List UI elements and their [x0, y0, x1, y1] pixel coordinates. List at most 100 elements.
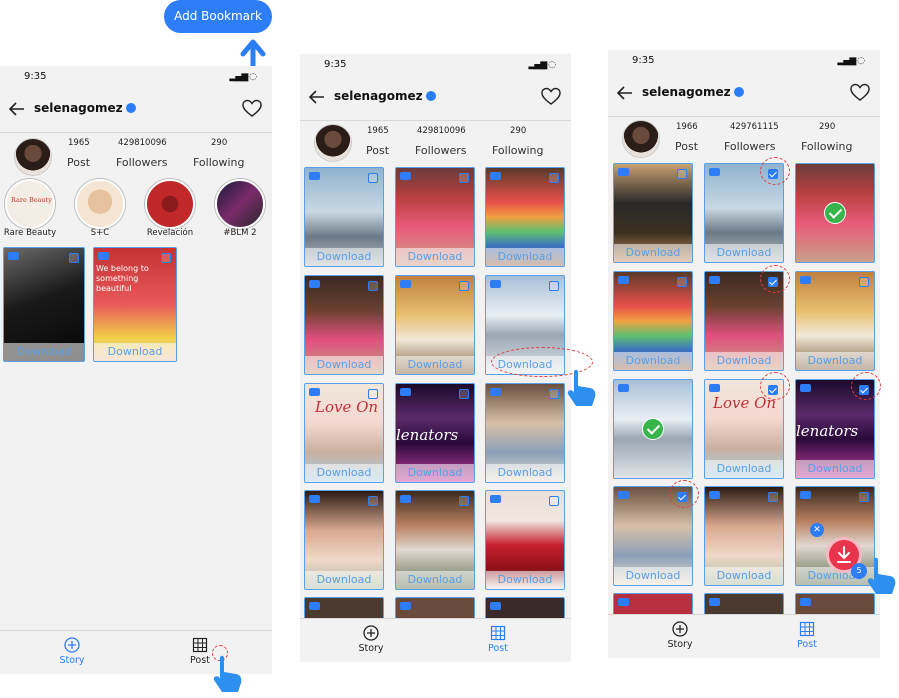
tab-story[interactable]: Story [341, 625, 401, 654]
tile-caption: Love On [315, 398, 379, 416]
post-tile[interactable]: lenators Download [395, 383, 475, 483]
post-tile[interactable]: Download [395, 275, 475, 375]
download-button[interactable]: Download [486, 464, 564, 482]
checkbox-icon[interactable] [768, 492, 778, 502]
post-tile[interactable]: Download [485, 167, 565, 267]
tab-story[interactable]: Story [42, 637, 102, 666]
checkbox-icon[interactable] [677, 169, 687, 179]
download-button[interactable]: Download [305, 356, 383, 374]
close-icon[interactable]: ✕ [810, 523, 824, 537]
story-revelacion[interactable] [145, 179, 195, 229]
post-tile[interactable]: Download [795, 271, 875, 371]
download-button[interactable]: Download [705, 244, 783, 262]
post-tile[interactable] [795, 163, 875, 263]
checkbox-icon[interactable] [161, 253, 171, 263]
divider [300, 120, 571, 121]
video-badge-icon [709, 491, 720, 499]
video-badge-icon [309, 602, 320, 610]
video-badge-icon [800, 384, 811, 392]
download-button[interactable]: Download [4, 343, 84, 361]
checkbox-icon[interactable] [368, 281, 378, 291]
download-button[interactable]: Download [705, 567, 783, 585]
selection-indicator [760, 372, 790, 400]
checkbox-icon[interactable] [368, 496, 378, 506]
checkbox-icon[interactable] [859, 492, 869, 502]
download-button[interactable]: Download [705, 352, 783, 370]
video-badge-icon [709, 276, 720, 284]
download-button[interactable]: Download [486, 248, 564, 266]
tab-story[interactable]: Story [650, 621, 710, 650]
download-button[interactable]: Download [396, 248, 474, 266]
profile-header: selenagomez [608, 74, 880, 114]
download-button[interactable]: Download [305, 464, 383, 482]
back-arrow-icon[interactable] [616, 84, 634, 102]
following-count: 290 [211, 138, 228, 148]
story-tile[interactable]: Download [3, 247, 85, 362]
download-button[interactable]: Download [396, 356, 474, 374]
tab-post[interactable]: Post [468, 625, 528, 654]
download-button[interactable]: Download [614, 567, 692, 585]
download-button[interactable]: Download [305, 571, 383, 589]
checkbox-icon[interactable] [549, 389, 559, 399]
check-circle-icon [824, 202, 846, 224]
video-badge-icon [618, 598, 629, 606]
followers-label: Followers [415, 144, 467, 157]
heart-icon[interactable] [242, 99, 262, 119]
post-tile[interactable]: Download [395, 167, 475, 267]
post-tile[interactable]: Download [613, 271, 693, 371]
checkbox-icon[interactable] [677, 277, 687, 287]
checkbox-icon[interactable] [459, 173, 469, 183]
followers-label: Followers [724, 140, 776, 153]
post-tile[interactable] [613, 379, 693, 479]
checkbox-icon[interactable] [459, 281, 469, 291]
checkbox-icon[interactable] [549, 173, 559, 183]
download-button[interactable]: Download [705, 460, 783, 478]
download-button[interactable]: Download [486, 571, 564, 589]
post-tile[interactable]: Love On Download [304, 383, 384, 483]
story-rare-beauty[interactable]: Rare Beauty [5, 179, 55, 229]
following-label: Following [193, 156, 245, 169]
heart-icon[interactable] [850, 83, 870, 103]
tab-post[interactable]: Post [777, 621, 837, 650]
checkbox-icon[interactable] [549, 496, 559, 506]
checkbox-icon[interactable] [69, 253, 79, 263]
tab-label: Story [667, 639, 693, 650]
story-label: #BLM 2 [223, 228, 257, 238]
story-label: Revelación [146, 228, 194, 238]
post-tile[interactable]: Download [704, 486, 784, 586]
download-button[interactable]: Download [796, 460, 874, 478]
story-s-c[interactable] [75, 179, 125, 229]
story-tile[interactable]: We belong to something beautiful Downloa… [93, 247, 177, 362]
video-badge-icon [618, 384, 629, 392]
download-button[interactable]: Download [396, 571, 474, 589]
checkbox-icon[interactable] [459, 389, 469, 399]
selection-indicator [851, 372, 881, 400]
checkbox-icon[interactable] [859, 277, 869, 287]
signal-icon: ▂▄▆ ◌ [229, 72, 258, 82]
post-tile[interactable]: Download [304, 490, 384, 590]
checkbox-icon[interactable] [549, 281, 559, 291]
back-arrow-icon[interactable] [8, 100, 26, 118]
download-button[interactable]: Download [94, 343, 176, 361]
post-tile[interactable]: Download [395, 490, 475, 590]
post-tile[interactable]: Download [485, 490, 565, 590]
checkbox-icon[interactable] [459, 496, 469, 506]
avatar [622, 120, 660, 158]
post-tile[interactable]: Download [613, 163, 693, 263]
followers-label: Followers [116, 156, 168, 169]
tab-label: Post [488, 643, 508, 654]
back-arrow-icon[interactable] [308, 88, 326, 106]
heart-icon[interactable] [541, 87, 561, 107]
download-button[interactable]: Download [796, 352, 874, 370]
post-tile[interactable]: Download [304, 275, 384, 375]
story-blm-2[interactable] [215, 179, 265, 229]
post-tile[interactable]: Download [304, 167, 384, 267]
download-button[interactable]: Download [614, 244, 692, 262]
download-button[interactable]: Download [305, 248, 383, 266]
download-button[interactable]: Download [614, 352, 692, 370]
download-button[interactable]: Download [396, 464, 474, 482]
add-bookmark-button[interactable]: Add Bookmark [164, 0, 272, 33]
video-badge-icon [309, 495, 320, 503]
post-tile[interactable]: Download [485, 383, 565, 483]
checkbox-icon[interactable] [368, 173, 378, 183]
